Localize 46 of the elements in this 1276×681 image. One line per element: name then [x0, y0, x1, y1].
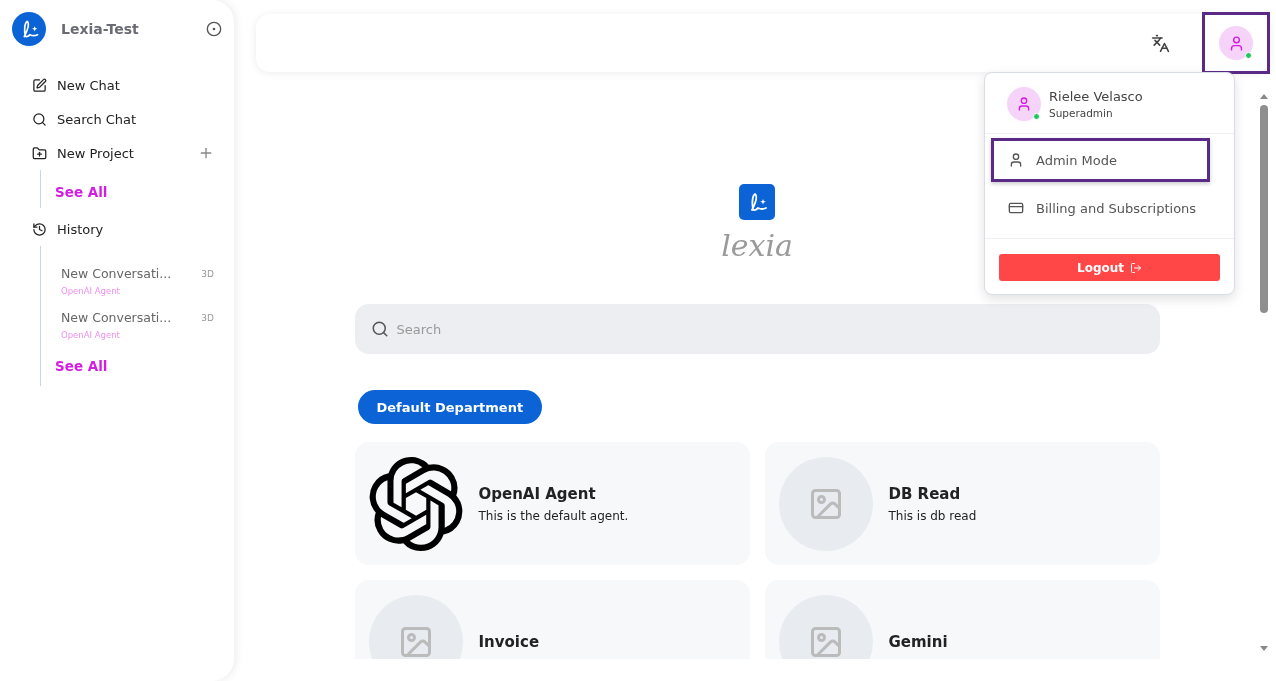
agent-card[interactable]: Invoice: [354, 580, 750, 659]
circle-dot-icon[interactable]: [206, 21, 222, 37]
see-all-link[interactable]: See All: [55, 358, 222, 374]
department-button[interactable]: Default Department: [357, 390, 543, 424]
agent-name: Gemini: [888, 632, 948, 651]
conversation-age: 3D: [201, 312, 214, 323]
nav-item[interactable]: New Chat: [12, 68, 222, 102]
search-icon: [32, 111, 47, 127]
workspace-name: Lexia-Test: [61, 21, 140, 37]
folder-plus-icon: [32, 145, 47, 161]
conversation-age: 3D: [201, 268, 214, 279]
user-name: Rielee Velasco: [1049, 89, 1143, 104]
wordmark: lexia: [721, 228, 793, 264]
nav-item[interactable]: Search Chat: [12, 102, 222, 136]
translate-icon[interactable]: [1151, 33, 1170, 53]
app-logo-icon: [739, 184, 775, 220]
person-icon: [1016, 96, 1032, 112]
agent-name: OpenAI Agent: [478, 484, 597, 503]
card-icon: [1008, 200, 1024, 216]
edit-icon: [32, 77, 47, 93]
logo-icon: [12, 12, 46, 46]
agent-card[interactable]: DB Read This is db read: [764, 442, 1160, 565]
agent-card[interactable]: OpenAI Agent This is the default agent.: [354, 442, 750, 565]
user-role: Superadmin: [1049, 107, 1114, 119]
menu-item[interactable]: Billing and Subscriptions: [991, 186, 1210, 230]
nav-item[interactable]: New Project: [12, 136, 222, 170]
agent-description: This is db read: [888, 508, 977, 523]
logout-icon: [1130, 261, 1142, 274]
knot-logo-icon: [368, 456, 463, 551]
history-icon: [32, 221, 47, 237]
conversation-title[interactable]: New Conversati...: [61, 310, 172, 325]
conversation-title[interactable]: New Conversati...: [61, 266, 172, 281]
agent-name: DB Read: [888, 484, 962, 503]
person-icon: [1008, 152, 1024, 168]
nav-item[interactable]: History: [12, 212, 222, 246]
agent-name: Invoice: [478, 632, 540, 651]
search-icon: [370, 320, 389, 338]
add-icon[interactable]: [198, 145, 214, 161]
agent-card[interactable]: Gemini: [764, 580, 1160, 659]
agent-description: This is the default agent.: [478, 508, 629, 523]
search-field[interactable]: Search: [354, 304, 1160, 354]
see-all-link[interactable]: See All: [55, 184, 222, 200]
conversation-agent: OpenAI Agent: [61, 330, 121, 340]
avatar-button[interactable]: [1219, 26, 1253, 60]
conversation-agent: OpenAI Agent: [61, 286, 121, 296]
menu-item[interactable]: Admin Mode: [991, 138, 1210, 182]
